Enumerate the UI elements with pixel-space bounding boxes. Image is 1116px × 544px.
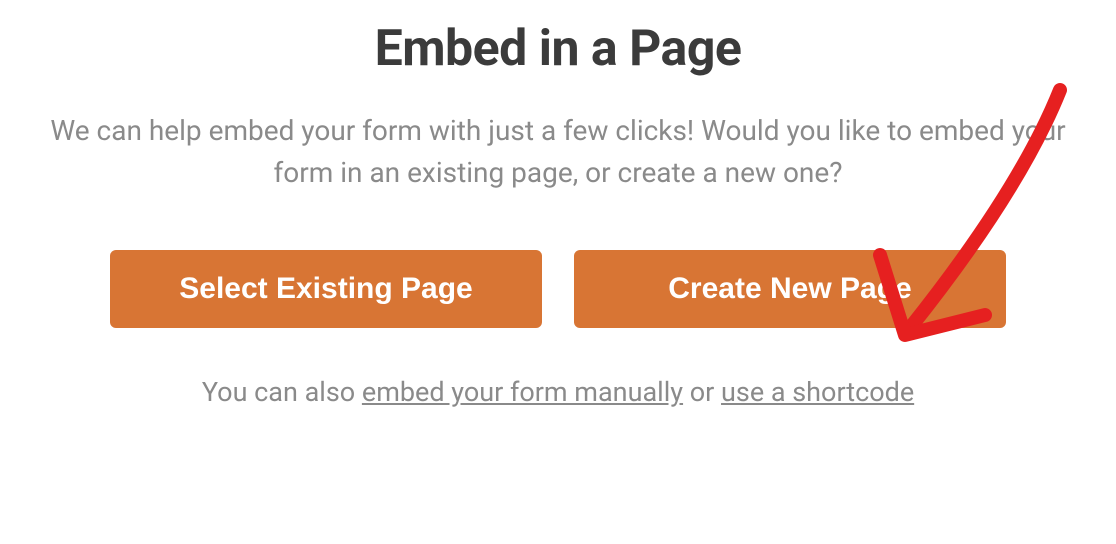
description-text: We can help embed your form with just a … (28, 110, 1088, 194)
select-existing-page-button[interactable]: Select Existing Page (110, 250, 542, 328)
footer-text: You can also embed your form manually or… (202, 376, 914, 408)
footer-middle: or (683, 376, 721, 408)
use-shortcode-link[interactable]: use a shortcode (721, 376, 914, 408)
button-row: Select Existing Page Create New Page (110, 250, 1006, 328)
create-new-page-button[interactable]: Create New Page (574, 250, 1006, 328)
page-title: Embed in a Page (375, 20, 742, 78)
embed-manually-link[interactable]: embed your form manually (362, 376, 683, 408)
footer-prefix: You can also (202, 376, 362, 408)
